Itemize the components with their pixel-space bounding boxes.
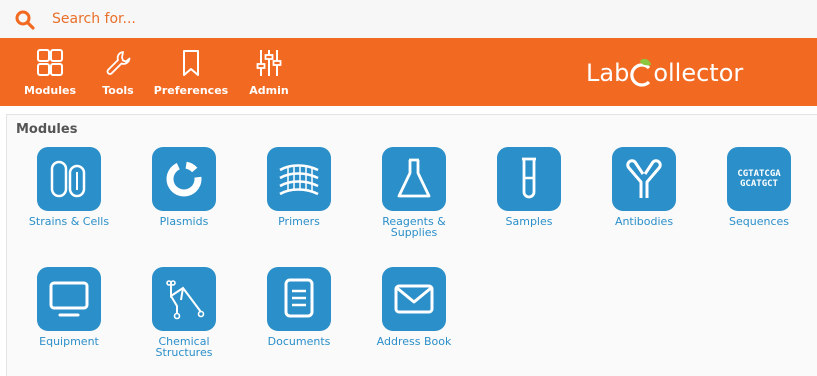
sliders-icon: [256, 50, 282, 76]
test-tube-icon: [522, 157, 536, 199]
module-tile: [267, 267, 331, 331]
sequence-text-line-1: CGTATCGA: [737, 169, 781, 179]
document-icon: [284, 278, 314, 318]
module-antibodies[interactable]: Antibodies: [594, 147, 694, 227]
search-bar: [0, 0, 817, 38]
toolbar-modules-button[interactable]: Modules: [22, 38, 78, 106]
toolbar-admin-button[interactable]: Admin: [244, 38, 294, 106]
toolbar-admin-label: Admin: [249, 84, 289, 97]
logo-text-right: ollector: [653, 59, 744, 87]
module-label: Address Book: [376, 335, 452, 348]
labcollector-logo: Lab ollector: [586, 58, 743, 88]
monitor-icon: [49, 281, 89, 317]
module-label: Samples: [505, 215, 553, 228]
module-plasmids[interactable]: Plasmids: [134, 147, 234, 227]
module-reagents-supplies[interactable]: Reagents & Supplies: [364, 147, 464, 238]
module-tile: [612, 147, 676, 211]
toolbar-modules-label: Modules: [24, 84, 76, 97]
primers-icon: [279, 164, 319, 196]
modules-panel-title: Modules: [16, 122, 78, 137]
module-samples[interactable]: Samples: [479, 147, 579, 227]
search-icon[interactable]: [14, 9, 36, 31]
module-tile: [267, 147, 331, 211]
module-tile: [382, 147, 446, 211]
module-label: Strains & Cells: [28, 215, 110, 228]
antibody-icon: [626, 159, 662, 198]
module-tile: [152, 267, 216, 331]
module-tile: [37, 147, 101, 211]
module-address-book[interactable]: Address Book: [364, 267, 464, 347]
module-tile: [152, 147, 216, 211]
logo-text-left: Lab: [586, 59, 630, 87]
module-sequences[interactable]: CGTATCGA GCATGCT Sequences: [709, 147, 809, 227]
module-strains-cells[interactable]: Strains & Cells: [19, 147, 119, 227]
toolbar-tools-label: Tools: [102, 84, 134, 97]
module-tile: [382, 267, 446, 331]
bookmark-icon: [183, 50, 199, 76]
module-documents[interactable]: Documents: [249, 267, 349, 347]
toolbar-preferences-button[interactable]: Preferences: [150, 38, 232, 106]
flask-icon: [397, 158, 431, 198]
sequence-text-line-2: GCATGCT: [740, 179, 778, 189]
modules-panel: Modules Strains & Cells Plasmids Primers…: [6, 114, 817, 376]
wrench-icon: [106, 51, 131, 75]
main-toolbar: Modules Tools Preferences Admin Lab olle…: [0, 38, 817, 106]
toolbar-tools-button[interactable]: Tools: [96, 38, 140, 106]
module-label: Sequences: [729, 215, 789, 228]
strains-cells-icon: [50, 160, 86, 198]
module-label: Documents: [267, 335, 331, 348]
module-chemical-structures[interactable]: Chemical Structures: [134, 267, 234, 358]
module-tile: [37, 267, 101, 331]
module-label: Equipment: [39, 335, 99, 348]
module-equipment[interactable]: Equipment: [19, 267, 119, 347]
search-input[interactable]: [52, 8, 652, 30]
envelope-icon: [394, 284, 434, 314]
module-label: Reagents & Supplies: [382, 215, 446, 239]
grid-icon: [37, 49, 63, 76]
module-label: Primers: [278, 215, 320, 228]
module-tile: [497, 147, 561, 211]
sequences-icon: CGTATCGA GCATGCT: [727, 147, 791, 211]
module-primers[interactable]: Primers: [249, 147, 349, 227]
chemical-structure-icon: [166, 280, 205, 320]
plasmid-icon: [166, 161, 202, 197]
module-label: Antibodies: [614, 215, 674, 228]
logo-c-icon: [629, 58, 653, 88]
module-label: Chemical Structures: [155, 335, 213, 359]
module-label: Plasmids: [159, 215, 209, 228]
toolbar-preferences-label: Preferences: [153, 84, 229, 97]
